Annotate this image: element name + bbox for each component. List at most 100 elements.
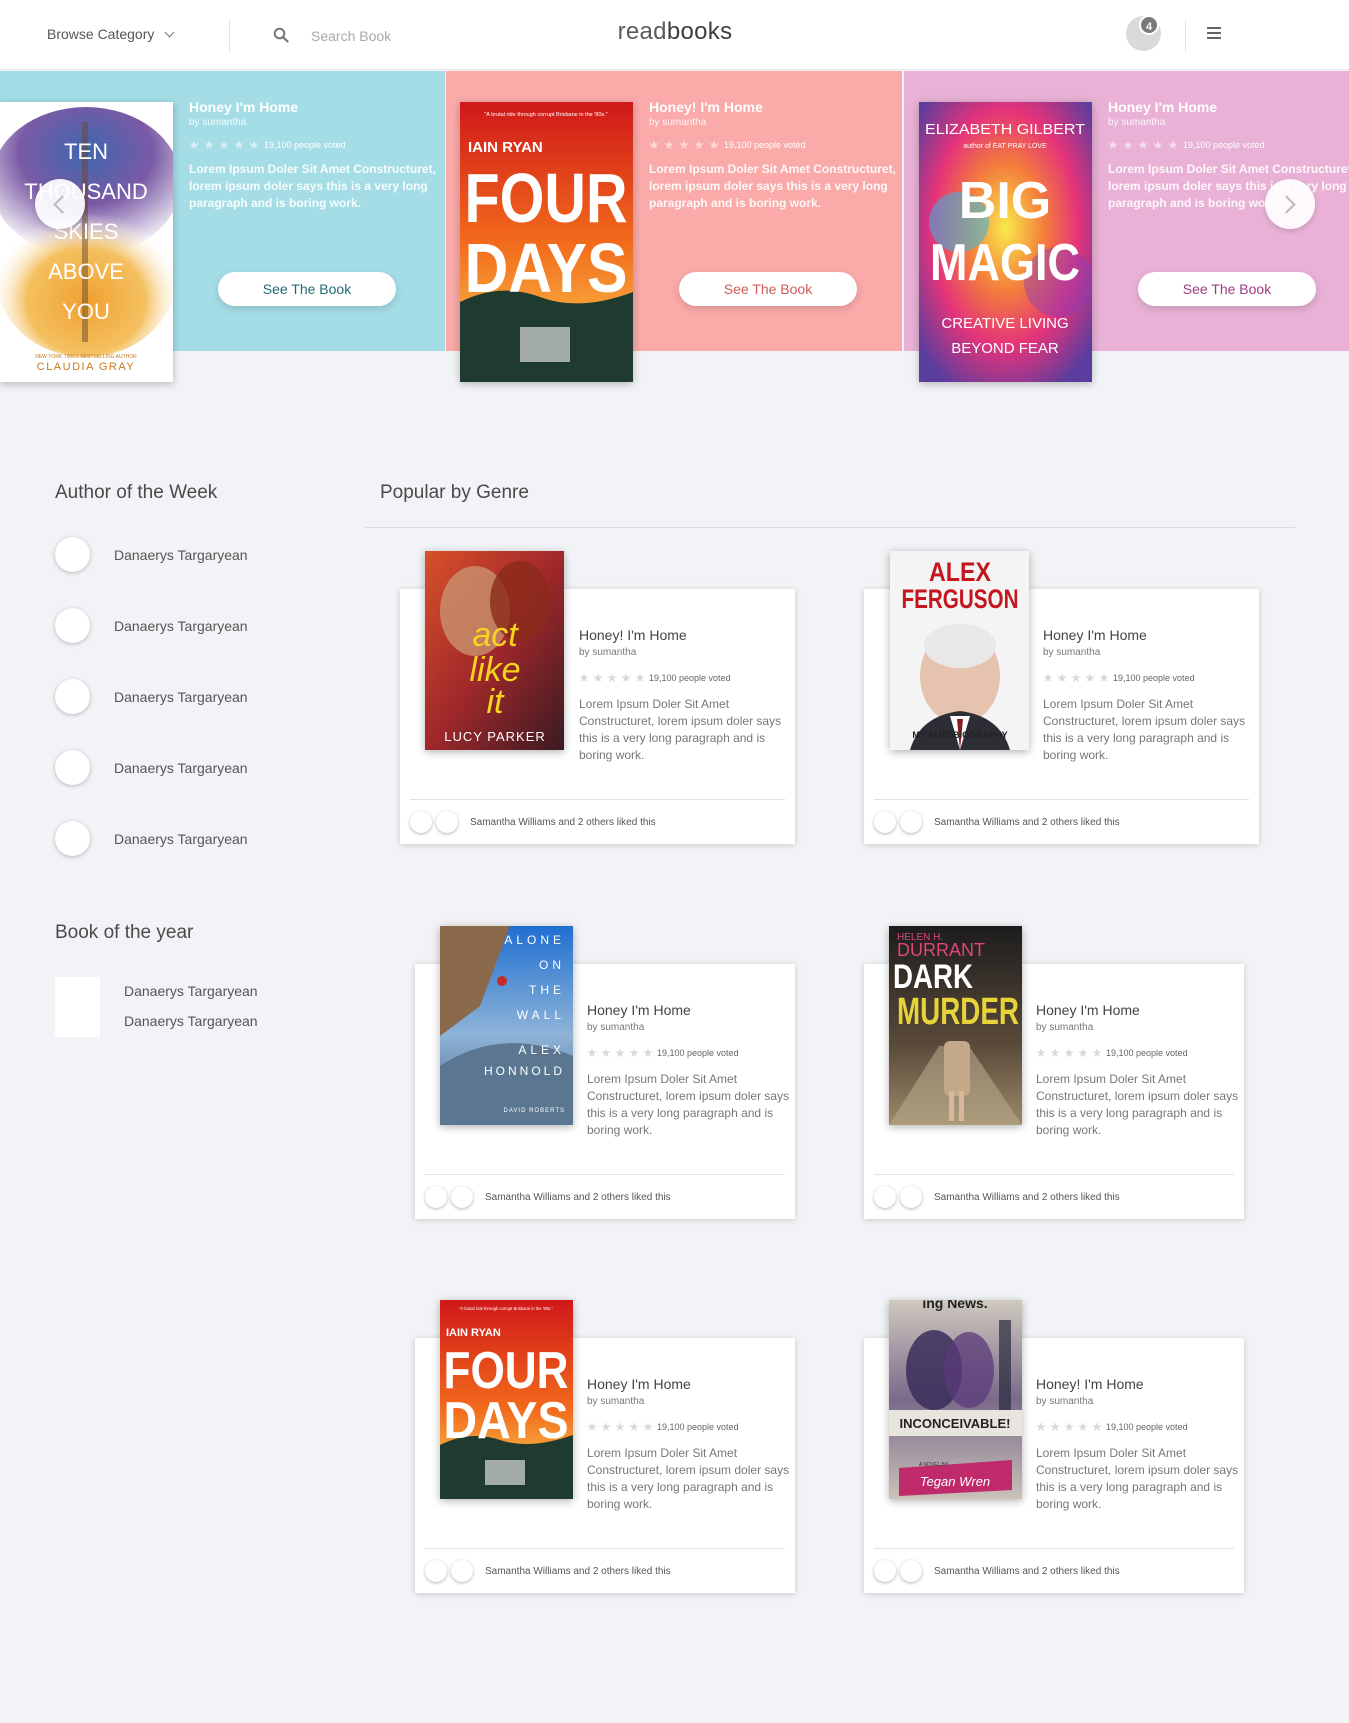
votes-count: 19,100 people voted bbox=[264, 140, 346, 150]
author-list-item[interactable]: Danaerys Targaryean bbox=[55, 750, 248, 785]
author-avatar bbox=[55, 821, 90, 856]
site-logo[interactable]: readbooks bbox=[600, 18, 750, 46]
book-cover[interactable]: ELIZABETH GILBERT author of EAT PRAY LOV… bbox=[919, 102, 1092, 382]
card-author: by sumantha bbox=[1036, 1396, 1094, 1407]
see-the-book-button[interactable]: See The Book bbox=[679, 272, 857, 306]
notification-badge[interactable]: 4 bbox=[1139, 15, 1159, 35]
star-icon bbox=[593, 673, 603, 683]
hamburger-menu-icon[interactable] bbox=[1207, 27, 1221, 39]
card-author: by sumantha bbox=[579, 647, 637, 658]
slide-author: by sumantha bbox=[189, 117, 247, 128]
carousel-next-arrow-icon[interactable] bbox=[1265, 179, 1315, 229]
book-of-year-name[interactable]: Danaerys Targaryean bbox=[124, 1013, 258, 1029]
author-name[interactable]: Danaerys Targaryean bbox=[114, 831, 248, 847]
see-the-book-button[interactable]: See The Book bbox=[1138, 272, 1316, 306]
author-name[interactable]: Danaerys Targaryean bbox=[114, 689, 248, 705]
card-author: by sumantha bbox=[1043, 647, 1101, 658]
card-title[interactable]: Honey! I'm Home bbox=[1036, 1376, 1251, 1392]
cover-coauthor: DAVID ROBERTS bbox=[504, 1108, 565, 1114]
cover-title-line: ALEX bbox=[929, 557, 991, 587]
search-input[interactable] bbox=[311, 22, 531, 50]
author-list-item[interactable]: Danaerys Targaryean bbox=[55, 537, 248, 572]
book-cover[interactable]: ing News. INCONCEIVABLE! A NOVEL BY Tega… bbox=[889, 1300, 1022, 1499]
liker-avatar[interactable] bbox=[874, 1560, 896, 1582]
star-icon bbox=[615, 1422, 625, 1432]
author-name[interactable]: Danaerys Targaryean bbox=[114, 547, 248, 563]
votes-count: 19,100 people voted bbox=[657, 1422, 739, 1432]
liker-avatar[interactable] bbox=[451, 1186, 473, 1208]
cover-title-line: MAGIC bbox=[930, 234, 1080, 292]
slide-title[interactable]: Honey! I'm Home bbox=[649, 99, 899, 115]
cover-title-line: FOUR bbox=[465, 159, 628, 237]
star-icon bbox=[1153, 140, 1163, 150]
top-navbar: Browse Category readbooks 4 bbox=[0, 0, 1349, 70]
card-likes-footer: Samantha Williams and 2 others liked thi… bbox=[425, 1174, 785, 1219]
rating-row: 19,100 people voted bbox=[189, 140, 439, 150]
book-cover[interactable]: act like it LUCY PARKER bbox=[425, 551, 564, 750]
liker-avatar[interactable] bbox=[425, 1560, 447, 1582]
liker-avatar[interactable] bbox=[410, 811, 432, 833]
book-cover[interactable]: ALONE ON THE WALL ALEX HONNOLD DAVID ROB… bbox=[440, 926, 573, 1125]
cover-title-line: YOU bbox=[62, 299, 110, 324]
star-icon bbox=[709, 140, 719, 150]
star-icon bbox=[1043, 673, 1053, 683]
author-name[interactable]: Danaerys Targaryean bbox=[114, 760, 248, 776]
liker-avatar[interactable] bbox=[425, 1186, 447, 1208]
cover-tagline: "A brutal ride through corrupt Brisbane … bbox=[484, 112, 607, 118]
votes-count: 19,100 people voted bbox=[1113, 673, 1195, 683]
book-cover[interactable]: ALEX FERGUSON MY AUTOBIOGRAPHY bbox=[890, 551, 1029, 750]
star-icon bbox=[601, 1048, 611, 1058]
star-icon bbox=[601, 1422, 611, 1432]
rating-row: 19,100 people voted bbox=[1036, 1422, 1251, 1432]
search-icon[interactable] bbox=[273, 27, 289, 43]
cover-title-line: INCONCEIVABLE! bbox=[900, 1416, 1011, 1431]
liker-avatar[interactable] bbox=[900, 811, 922, 833]
browse-category-dropdown[interactable]: Browse Category bbox=[47, 26, 175, 42]
liker-avatar[interactable] bbox=[451, 1560, 473, 1582]
author-name[interactable]: Danaerys Targaryean bbox=[114, 618, 248, 634]
liker-avatar[interactable] bbox=[874, 811, 896, 833]
cover-author: IAIN RYAN bbox=[446, 1327, 501, 1339]
author-list-item[interactable]: Danaerys Targaryean bbox=[55, 608, 248, 643]
slide-title[interactable]: Honey I'm Home bbox=[189, 99, 439, 115]
star-icon bbox=[621, 673, 631, 683]
featured-carousel: TEN THOUSAND SKIES ABOVE YOU NEW YORK TI… bbox=[0, 71, 1349, 391]
card-likes-footer: Samantha Williams and 2 others liked thi… bbox=[874, 799, 1249, 844]
author-list-item[interactable]: Danaerys Targaryean bbox=[55, 679, 248, 714]
card-description: Lorem Ipsum Doler Sit Amet Constructuret… bbox=[587, 1072, 790, 1137]
see-the-book-button[interactable]: See The Book bbox=[218, 272, 396, 306]
likes-text: Samantha Williams and 2 others liked thi… bbox=[934, 1565, 1120, 1577]
card-title[interactable]: Honey I'm Home bbox=[1043, 627, 1258, 643]
liker-avatar[interactable] bbox=[436, 811, 458, 833]
liker-avatar[interactable] bbox=[874, 1186, 896, 1208]
slide-title[interactable]: Honey I'm Home bbox=[1108, 99, 1349, 115]
book-cover[interactable]: "A brutal ride through corrupt Brisbane … bbox=[460, 102, 633, 382]
votes-count: 19,100 people voted bbox=[1106, 1422, 1188, 1432]
rating-row: 19,100 people voted bbox=[587, 1422, 802, 1432]
star-icon bbox=[629, 1422, 639, 1432]
cover-tagline: "A brutal ride through corrupt Brisbane … bbox=[459, 1306, 553, 1311]
card-description: Lorem Ipsum Doler Sit Amet Constructuret… bbox=[579, 697, 782, 762]
popular-by-genre-heading: Popular by Genre bbox=[380, 482, 529, 503]
book-of-year-thumbnail[interactable] bbox=[55, 977, 100, 1037]
book-cover[interactable]: "A brutal ride through corrupt Brisbane … bbox=[440, 1300, 573, 1499]
slide-description: Lorem Ipsum Doler Sit Amet Constructuret… bbox=[189, 162, 436, 210]
cover-title-line: ALONE bbox=[504, 933, 565, 947]
book-cover[interactable]: HELEN H. DURRANT DARK MURDER bbox=[889, 926, 1022, 1125]
cover-title-line: FERGUSON bbox=[902, 584, 1019, 614]
star-icon bbox=[1078, 1048, 1088, 1058]
carousel-prev-arrow-icon[interactable] bbox=[35, 179, 85, 229]
card-title[interactable]: Honey! I'm Home bbox=[579, 627, 794, 643]
rating-row: 19,100 people voted bbox=[649, 140, 899, 150]
star-icon bbox=[643, 1048, 653, 1058]
card-description: Lorem Ipsum Doler Sit Amet Constructuret… bbox=[1036, 1446, 1239, 1511]
liker-avatar[interactable] bbox=[900, 1186, 922, 1208]
author-list-item[interactable]: Danaerys Targaryean bbox=[55, 821, 248, 856]
card-title[interactable]: Honey I'm Home bbox=[1036, 1002, 1251, 1018]
card-title[interactable]: Honey I'm Home bbox=[587, 1376, 802, 1392]
book-of-year-name[interactable]: Danaerys Targaryean bbox=[124, 983, 258, 999]
card-title[interactable]: Honey I'm Home bbox=[587, 1002, 802, 1018]
card-likes-footer: Samantha Williams and 2 others liked thi… bbox=[410, 799, 785, 844]
liker-avatar[interactable] bbox=[900, 1560, 922, 1582]
book-cover[interactable]: TEN THOUSAND SKIES ABOVE YOU NEW YORK TI… bbox=[0, 102, 173, 382]
